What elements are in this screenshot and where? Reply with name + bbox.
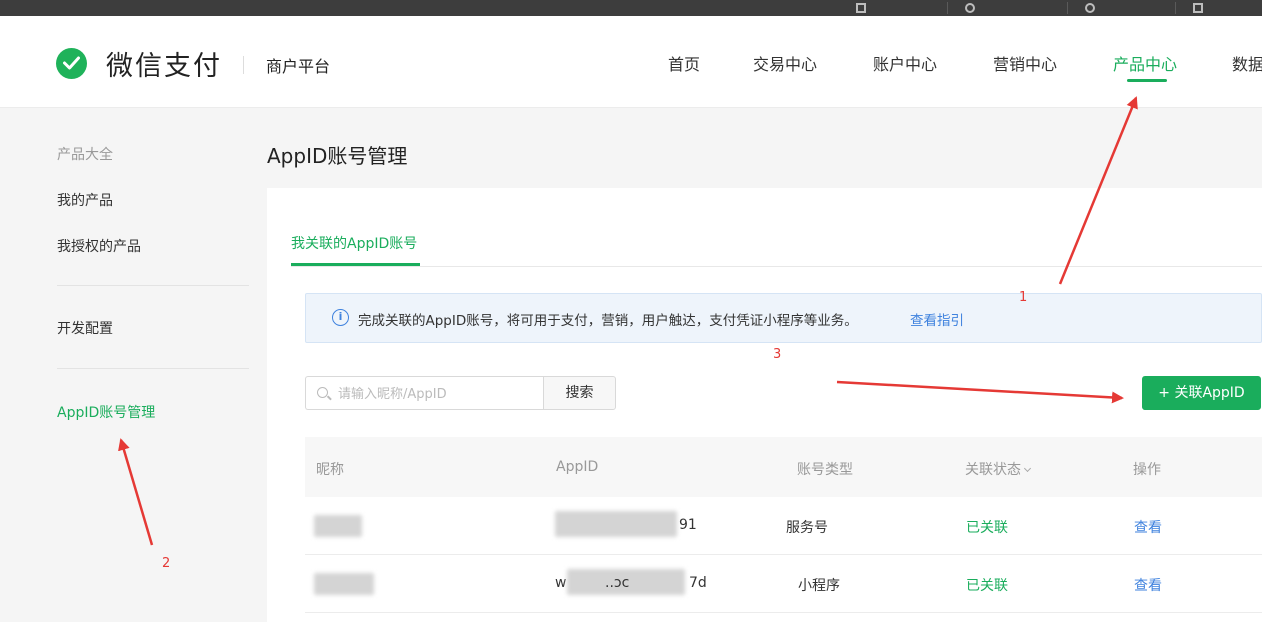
annotation-1: 1 — [1019, 290, 1028, 305]
appid-suffix: 7d — [689, 575, 707, 591]
nav-product-center[interactable]: 产品中心 — [1113, 51, 1177, 75]
info-notice: i 完成关联的AppID账号，将可用于支付，营销，用户触达，支付凭证小程序等业务… — [305, 293, 1262, 343]
nav-data[interactable]: 数据 — [1232, 51, 1262, 75]
nav-marketing-center[interactable]: 营销中心 — [993, 51, 1057, 75]
sidebar-divider — [57, 368, 249, 369]
add-appid-button[interactable]: + 关联AppID — [1142, 376, 1261, 410]
column-link-status-label: 关联状态 — [965, 462, 1021, 478]
appid-suffix: 91 — [679, 517, 697, 533]
table-row: w ..ɔc 7d 小程序 已关联 查看 — [305, 555, 1262, 613]
top-system-bar — [0, 0, 1262, 16]
notice-text: 完成关联的AppID账号，将可用于支付，营销，用户触达，支付凭证小程序等业务。 — [358, 313, 858, 329]
annotation-2: 2 — [162, 556, 171, 571]
link-status: 已关联 — [966, 578, 1008, 594]
sidebar-divider — [57, 285, 249, 286]
chevron-down-icon[interactable] — [1023, 464, 1032, 473]
search-input[interactable] — [338, 384, 538, 404]
account-type: 小程序 — [798, 578, 840, 594]
search-button[interactable]: 搜索 — [543, 376, 616, 410]
help-icon[interactable] — [965, 3, 975, 13]
sidebar-item-dev-config[interactable]: 开发配置 — [57, 318, 113, 338]
tab-bar-divider — [291, 266, 1262, 267]
window-icon[interactable] — [856, 3, 866, 13]
nav-transaction-center[interactable]: 交易中心 — [753, 51, 817, 75]
info-icon: i — [332, 309, 349, 326]
column-appid: AppID — [556, 459, 599, 475]
user-icon[interactable] — [1085, 3, 1095, 13]
platform-name: 商户平台 — [266, 57, 331, 76]
table-header: 昵称 AppID 账号类型 关联状态 操作 — [305, 437, 1262, 497]
column-nickname: 昵称 — [316, 462, 344, 478]
sidebar-item-authorized-products[interactable]: 我授权的产品 — [57, 236, 141, 256]
view-button[interactable]: 查看 — [1134, 575, 1162, 595]
divider — [1067, 2, 1068, 14]
search-field[interactable] — [305, 376, 543, 410]
appid-middle: ..ɔc — [605, 575, 630, 591]
divider — [947, 2, 948, 14]
header: 微信支付 商户平台 首页 交易中心 账户中心 营销中心 产品中心 数据 — [0, 16, 1262, 108]
account-type: 服务号 — [786, 520, 828, 536]
annotation-3: 3 — [773, 347, 782, 362]
column-link-status[interactable]: 关联状态 — [965, 459, 1032, 479]
brand-name: 微信支付 — [106, 51, 222, 82]
nav-account-center[interactable]: 账户中心 — [873, 51, 937, 75]
redacted-nickname — [314, 515, 362, 537]
search-icon — [317, 387, 328, 398]
nav-home[interactable]: 首页 — [668, 51, 700, 75]
column-action: 操作 — [1133, 462, 1161, 478]
nav-active-indicator — [1127, 79, 1167, 82]
sidebar-section-products: 产品大全 — [57, 147, 113, 163]
redacted-appid — [555, 511, 677, 537]
wechat-pay-logo-icon — [56, 48, 87, 79]
document-icon[interactable] — [1193, 3, 1203, 13]
view-button[interactable]: 查看 — [1134, 517, 1162, 537]
tab-linked-appid[interactable]: 我关联的AppID账号 — [291, 233, 417, 253]
divider — [1175, 2, 1176, 14]
redacted-nickname — [314, 573, 374, 595]
sidebar-item-appid-management[interactable]: AppID账号管理 — [57, 402, 155, 422]
view-guide-link[interactable]: 查看指引 — [910, 309, 964, 329]
appid-prefix: w — [555, 575, 567, 591]
column-account-type: 账号类型 — [797, 462, 853, 478]
brand-divider — [243, 56, 244, 74]
arrow-to-appid-management — [118, 438, 154, 546]
sidebar-item-my-products[interactable]: 我的产品 — [57, 190, 113, 210]
page-title: AppID账号管理 — [267, 144, 408, 168]
table-row: 91 服务号 已关联 查看 — [305, 497, 1262, 555]
link-status: 已关联 — [966, 520, 1008, 536]
